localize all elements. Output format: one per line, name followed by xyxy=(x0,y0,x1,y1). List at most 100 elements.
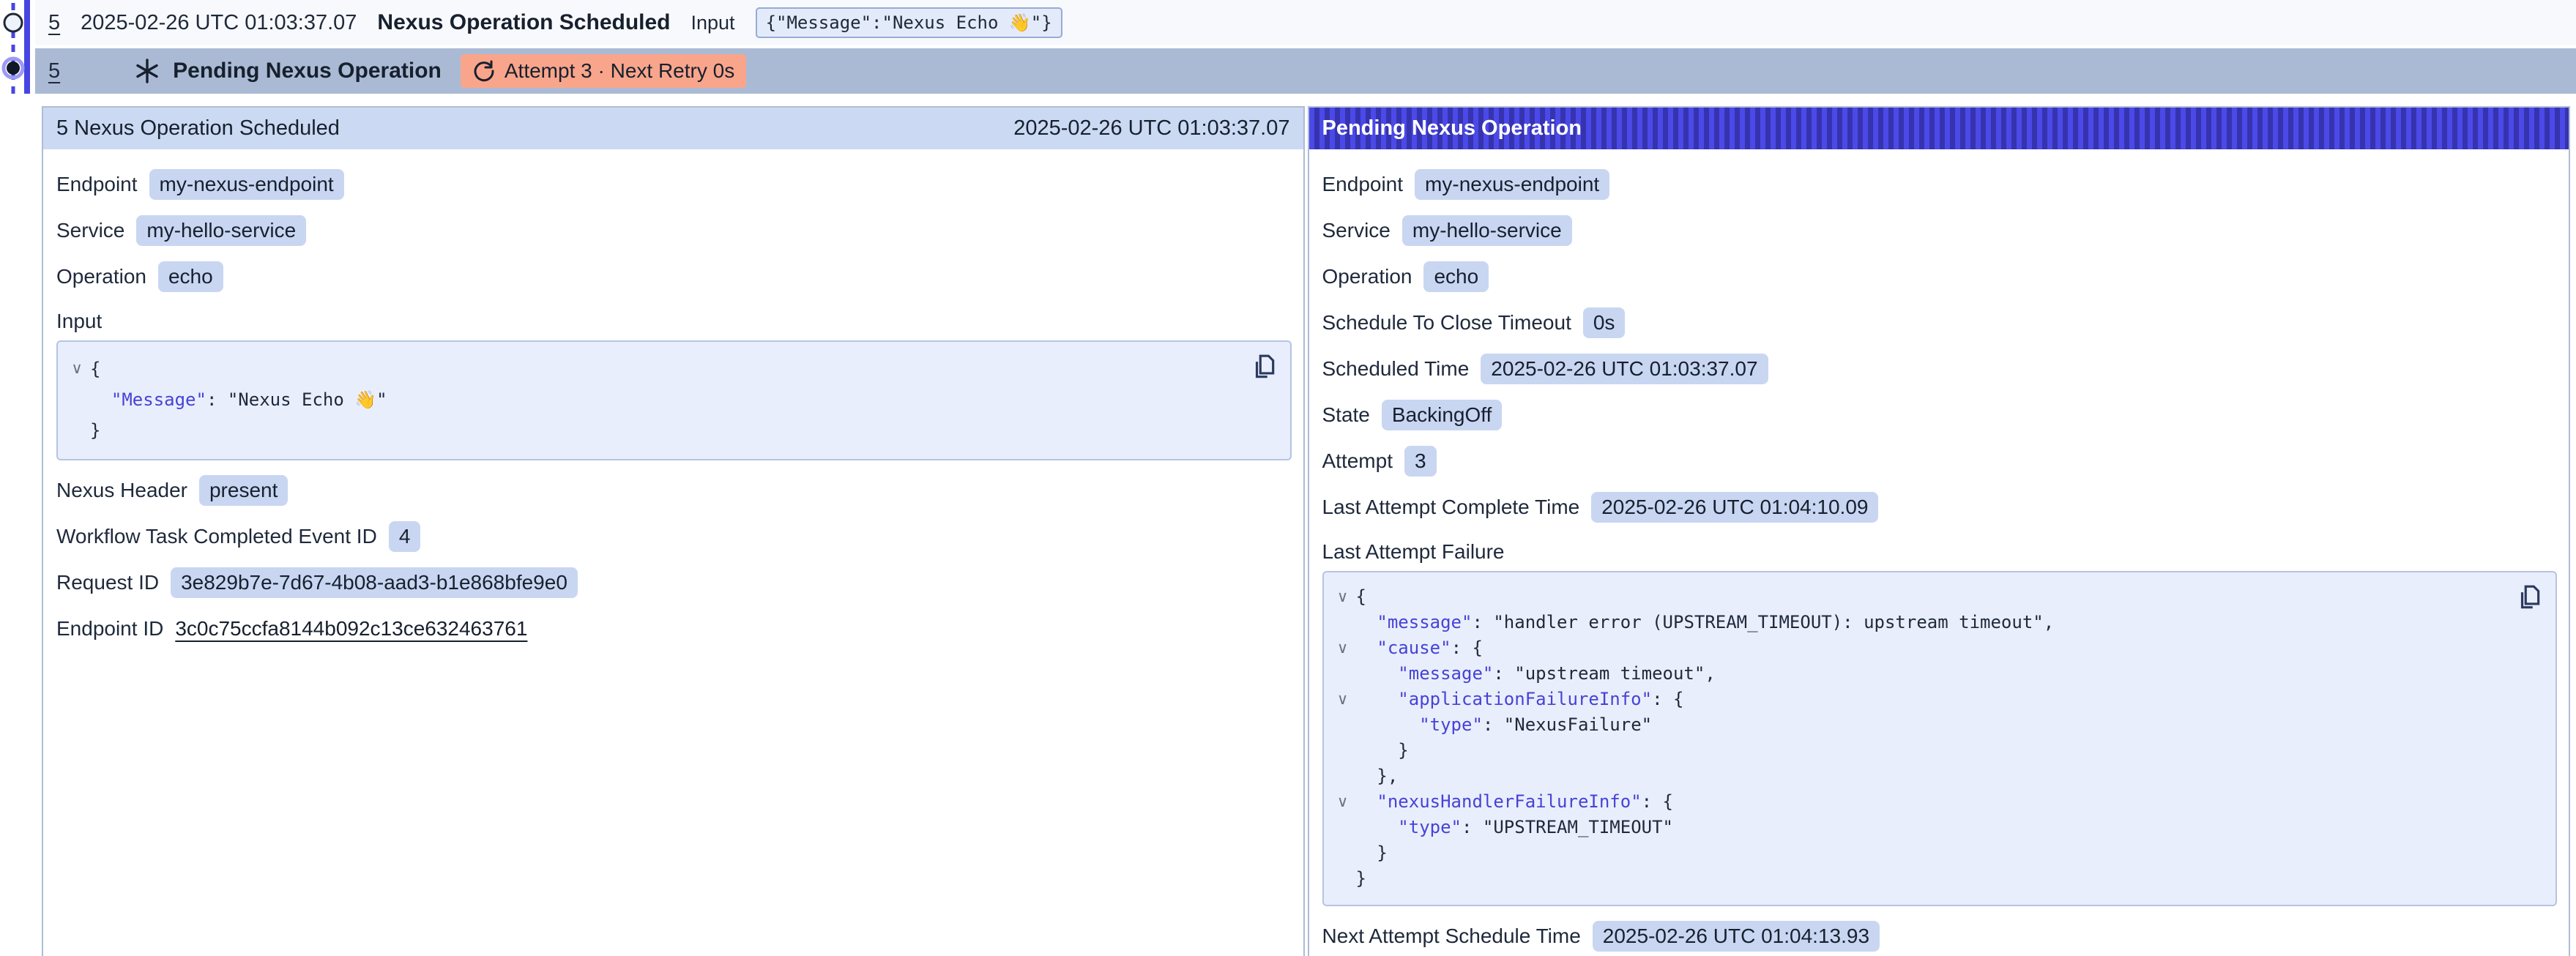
scheduled-fields-top: Endpoint my-nexus-endpoint Service my-hello… xyxy=(56,168,1292,293)
input-code-lines: ∨{ "Message": "Nexus Echo 👋"} xyxy=(64,354,1239,446)
field-value-badge: 3 xyxy=(1404,446,1437,477)
code-line: ∨{ xyxy=(64,354,1239,384)
field-label: Operation xyxy=(1322,265,1412,288)
pending-id-link[interactable]: 5 xyxy=(48,59,60,83)
field-row-operation: Operationecho xyxy=(56,261,1292,293)
field-label: Nexus Header xyxy=(56,479,187,502)
retry-icon xyxy=(472,59,496,83)
field-row-workflow-task-completed-event-id: Workflow Task Completed Event ID 4 xyxy=(56,520,1292,553)
field-label: State xyxy=(1322,403,1370,427)
code-line: "type": "UPSTREAM_TIMEOUT" xyxy=(1330,815,2505,840)
field-value-badge: 3e829b7e-7d67-4b08-aad3-b1e868bfe9e0 xyxy=(171,567,578,598)
scheduled-panel-title: 5 Nexus Operation Scheduled xyxy=(56,116,340,141)
code-line: } xyxy=(1330,866,2505,892)
code-text: { xyxy=(90,354,100,384)
pending-operation-panel: Pending Nexus Operation Endpointmy-nexus… xyxy=(1308,106,2571,956)
scheduled-fields-bottom: Nexus Header present Workflow Task Complet… xyxy=(56,474,1292,645)
field-row-operation: Operation echo xyxy=(1322,261,2558,293)
nexus-asterisk-icon xyxy=(133,57,161,85)
field-value-badge: my-hello-service xyxy=(1402,215,1572,246)
timeline-graphic xyxy=(0,0,35,97)
code-line: ∨{ xyxy=(1330,584,2505,610)
code-line: "message": "handler error (UPSTREAM_TIME… xyxy=(1330,610,2505,635)
field-value-badge: echo xyxy=(1423,261,1489,292)
field-row-endpoint: Endpoint my-nexus-endpoint xyxy=(56,168,1292,201)
pending-panel-header: Pending Nexus Operation xyxy=(1309,108,2569,149)
scheduled-panel-body: Endpoint my-nexus-endpoint Service my-hello… xyxy=(43,149,1303,659)
timeline-rail xyxy=(0,0,35,97)
event-row-pending[interactable]: 5 Pending Nexus Operation Attempt 3 · Ne… xyxy=(35,48,2576,94)
code-line: } xyxy=(1330,840,2505,866)
field-label: Attempt xyxy=(1322,449,1393,473)
code-text: } xyxy=(90,415,100,446)
field-row-endpoint: Endpointmy-nexus-endpoint xyxy=(1322,168,2558,201)
collapse-chevron-icon[interactable]: ∨ xyxy=(1330,635,1356,661)
timeline-active-bar xyxy=(24,0,30,94)
field-row-next-attempt-schedule-time: Next Attempt Schedule Time 2025-02-26 UTC… xyxy=(1322,920,2558,952)
code-text: "cause": { xyxy=(1356,635,1483,661)
field-row-service: Service my-hello-service xyxy=(1322,214,2558,247)
code-line: "Message": "Nexus Echo 👋" xyxy=(64,384,1239,415)
code-text: } xyxy=(1356,738,1409,763)
field-value-badge: my-hello-service xyxy=(136,215,306,246)
event-title: Nexus Operation Scheduled xyxy=(377,10,670,35)
pending-fields-footer: Next Attempt Schedule Time 2025-02-26 UTC… xyxy=(1322,920,2558,952)
field-label: Next Attempt Schedule Time xyxy=(1322,925,1581,948)
field-label: Service xyxy=(1322,219,1391,242)
field-value-badge: my-nexus-endpoint xyxy=(1415,169,1609,200)
input-section-label: Input xyxy=(56,307,1292,336)
copy-button[interactable] xyxy=(2514,583,2544,615)
code-text: "type": "UPSTREAM_TIMEOUT" xyxy=(1356,815,1673,840)
collapse-chevron-icon[interactable]: ∨ xyxy=(1330,789,1356,815)
field-value-badge: present xyxy=(199,475,288,506)
code-line: "message": "upstream timeout", xyxy=(1330,661,2505,687)
collapse-chevron-icon[interactable]: ∨ xyxy=(1330,687,1356,712)
field-value-badge: 4 xyxy=(389,521,421,552)
field-row-scheduled-time: Scheduled Time2025-02-26 UTC 01:03:37.07 xyxy=(1322,353,2558,385)
event-detail-panels: 5 Nexus Operation Scheduled 2025-02-26 U… xyxy=(42,106,2570,956)
code-text: { xyxy=(1356,584,1366,610)
event-timestamp: 2025-02-26 UTC 01:03:37.07 xyxy=(81,11,357,35)
code-line: "type": "NexusFailure" xyxy=(1330,712,2505,738)
field-row-service: Service my-hello-service xyxy=(56,214,1292,247)
code-line: ∨ "nexusHandlerFailureInfo": { xyxy=(1330,789,2505,815)
code-text: "type": "NexusFailure" xyxy=(1356,712,1653,738)
code-text: } xyxy=(1356,840,1388,866)
field-row-endpoint-id: Endpoint ID 3c0c75ccfa8144b092c13ce632463… xyxy=(56,613,1292,645)
field-value-link[interactable]: 3c0c75ccfa8144b092c13ce632463761 xyxy=(175,617,527,641)
pending-fields: Endpointmy-nexus-endpoint Service my-hello… xyxy=(1322,168,2558,523)
field-label: Endpoint xyxy=(56,173,138,196)
code-line: } xyxy=(1330,738,2505,763)
field-row-last-attempt-complete-time: Last Attempt Complete Time2025-02-26 UTC… xyxy=(1322,491,2558,523)
code-text: "message": "upstream timeout", xyxy=(1356,661,1716,687)
field-label: Scheduled Time xyxy=(1322,357,1470,381)
collapse-chevron-icon[interactable]: ∨ xyxy=(64,354,90,384)
field-label: Endpoint ID xyxy=(56,617,163,641)
attempt-retry-badge: Attempt 3 · Next Retry 0s xyxy=(461,54,746,88)
code-line: ∨ "applicationFailureInfo": { xyxy=(1330,687,2505,712)
input-code-block: ∨{ "Message": "Nexus Echo 👋"} xyxy=(56,340,1292,460)
code-text: "nexusHandlerFailureInfo": { xyxy=(1356,789,1674,815)
field-value-badge: 2025-02-26 UTC 01:04:13.93 xyxy=(1593,921,1880,952)
event-input-label: Input xyxy=(691,12,735,34)
code-line: } xyxy=(64,415,1239,446)
event-row-scheduled[interactable]: 5 2025-02-26 UTC 01:03:37.07 Nexus Opera… xyxy=(35,0,2576,45)
field-label: Operation xyxy=(56,265,146,288)
code-text: } xyxy=(1356,866,1366,892)
failure-section-label: Last Attempt Failure xyxy=(1322,537,2558,567)
field-row-nexus-header: Nexus Header present xyxy=(56,474,1292,507)
collapse-chevron-icon[interactable]: ∨ xyxy=(1330,584,1356,610)
field-value-badge: my-nexus-endpoint xyxy=(149,169,344,200)
field-label: Service xyxy=(56,219,124,242)
field-value-badge: 0s xyxy=(1583,307,1626,338)
event-input-chip[interactable]: {"Message":"Nexus Echo 👋"} xyxy=(756,7,1062,38)
scheduled-panel-header: 5 Nexus Operation Scheduled 2025-02-26 U… xyxy=(43,108,1303,149)
event-node-icon xyxy=(4,14,22,31)
scheduled-event-panel: 5 Nexus Operation Scheduled 2025-02-26 U… xyxy=(42,106,1305,956)
pending-panel-title: Pending Nexus Operation xyxy=(1322,116,1582,141)
field-row-schedule-to-close-timeout: Schedule To Close Timeout0s xyxy=(1322,307,2558,339)
copy-button[interactable] xyxy=(1249,352,1278,384)
field-label: Workflow Task Completed Event ID xyxy=(56,525,377,548)
code-text: "Message": "Nexus Echo 👋" xyxy=(90,384,387,415)
event-id-link[interactable]: 5 xyxy=(48,11,60,35)
